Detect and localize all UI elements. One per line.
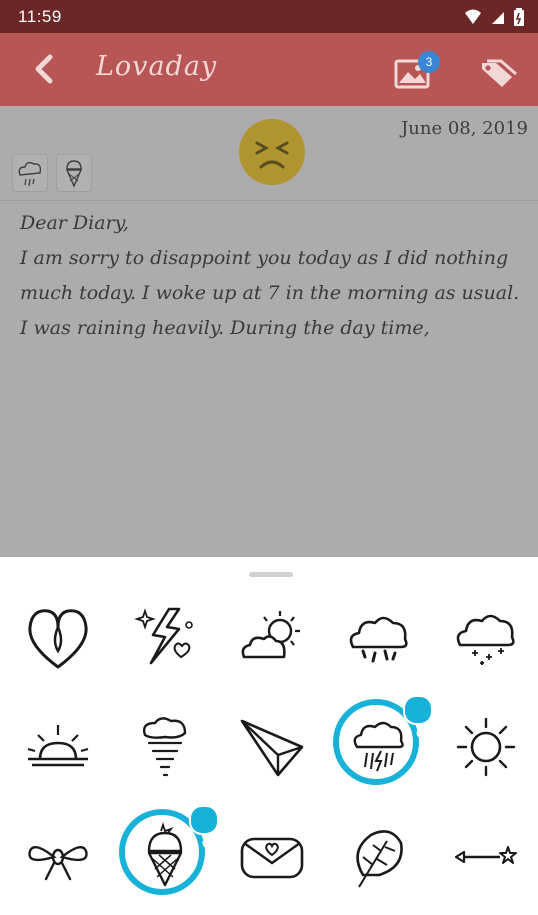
- selected-check-icon: [403, 695, 466, 751]
- app-bar: Lovaday 3: [0, 33, 538, 106]
- sticker-heart[interactable]: [4, 595, 112, 695]
- status-icons: [464, 8, 524, 26]
- lightning-heart-icon: [134, 607, 193, 665]
- sticker-leaf[interactable]: [325, 815, 433, 915]
- leaf-icon: [356, 830, 403, 888]
- sun-cloud-icon: [241, 611, 300, 659]
- scrim-overlay[interactable]: [0, 106, 538, 557]
- rain-cloud-icon: [349, 616, 408, 663]
- status-time: 11:59: [18, 7, 62, 26]
- sticker-rain-cloud[interactable]: [325, 595, 433, 695]
- sticker-paper-plane[interactable]: [218, 705, 326, 805]
- arrow-icon: [454, 846, 517, 864]
- sticker-picker-sheet: [0, 557, 538, 900]
- paper-plane-icon: [240, 719, 304, 777]
- sticker-bow[interactable]: [4, 815, 112, 915]
- sticker-snow-cloud[interactable]: [432, 595, 538, 695]
- tornado-icon: [142, 717, 187, 777]
- sticker-storm-cloud[interactable]: [325, 695, 466, 805]
- sticker-arrow[interactable]: [432, 815, 538, 915]
- sticker-sun[interactable]: [432, 705, 538, 805]
- signal-icon: [492, 12, 504, 24]
- snow-cloud-icon: [456, 614, 515, 665]
- sun-icon: [456, 717, 516, 777]
- sunrise-icon: [27, 725, 89, 767]
- sticker-sun-cloud[interactable]: [218, 595, 326, 695]
- bow-icon: [28, 845, 88, 881]
- sticker-ice-cream[interactable]: [111, 805, 252, 915]
- sticker-love-letter[interactable]: [218, 815, 326, 915]
- back-icon[interactable]: [28, 51, 64, 87]
- app-title: Lovaday: [96, 51, 218, 82]
- drag-handle[interactable]: [249, 572, 293, 577]
- sticker-sunrise[interactable]: [4, 705, 112, 805]
- battery-icon: [514, 8, 524, 26]
- heart-icon: [28, 609, 88, 669]
- love-letter-icon: [240, 837, 304, 879]
- sticker-lightning-heart[interactable]: [111, 595, 219, 695]
- sticker-tornado[interactable]: [111, 705, 219, 805]
- wifi-icon: [465, 9, 481, 24]
- tag-icon[interactable]: [478, 57, 518, 91]
- photo-count-badge: 3: [418, 51, 440, 73]
- status-bar: 11:59: [0, 0, 538, 33]
- next-row-peek: [0, 887, 538, 900]
- selected-check-icon: [189, 805, 252, 861]
